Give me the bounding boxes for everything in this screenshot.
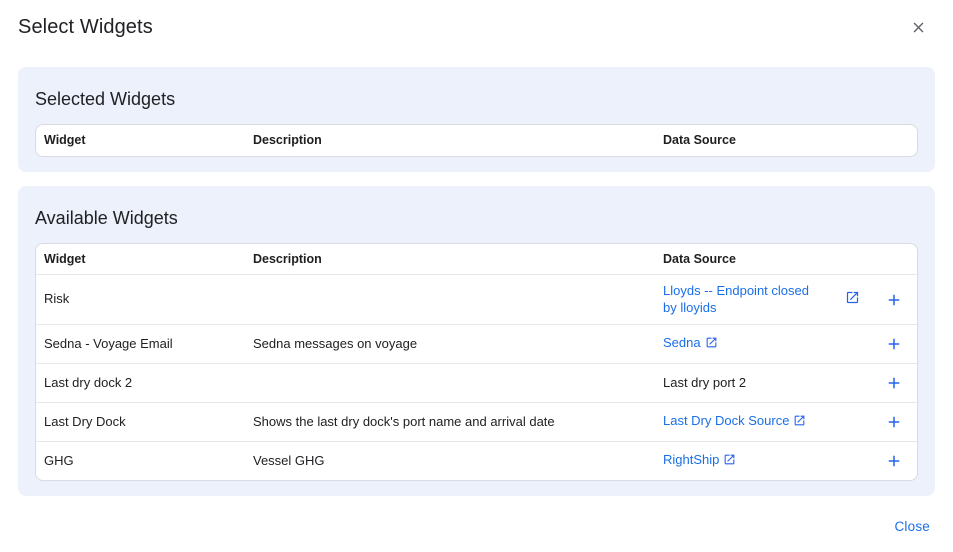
- add-widget-cell: [871, 411, 917, 433]
- column-header-description: Description: [245, 244, 655, 275]
- plus-icon: [885, 419, 903, 434]
- add-widget-button[interactable]: [883, 289, 905, 311]
- plus-icon: [885, 297, 903, 312]
- widget-name-cell: Sedna - Voyage Email: [36, 336, 245, 353]
- column-header-widget: Widget: [36, 125, 245, 156]
- add-widget-cell: [871, 333, 917, 355]
- column-header-data-source: Data Source: [655, 244, 833, 275]
- description-cell: Vessel GHG: [245, 453, 655, 470]
- external-link-icon: [705, 336, 718, 354]
- data-source-label: RightShip: [663, 452, 719, 467]
- widget-name-cell: Last dry dock 2: [36, 375, 245, 392]
- data-source-cell: Last dry port 2: [655, 375, 833, 392]
- available-widgets-section: Available Widgets Widget Description Dat…: [18, 186, 935, 497]
- data-source-link[interactable]: Sedna: [663, 335, 718, 350]
- close-dialog-button[interactable]: Close: [894, 519, 930, 534]
- add-widget-cell: [871, 450, 917, 472]
- plus-icon: [885, 341, 903, 356]
- widget-name-cell: Last Dry Dock: [36, 414, 245, 431]
- widget-name-cell: Risk: [36, 291, 245, 308]
- external-link-icon-separate[interactable]: [845, 290, 860, 310]
- selected-widgets-title: Selected Widgets: [35, 87, 918, 111]
- add-widget-button[interactable]: [883, 411, 905, 433]
- add-widget-button[interactable]: [883, 372, 905, 394]
- data-source-link[interactable]: Lloyds -- Endpoint closed by lloyids: [663, 283, 809, 315]
- close-button[interactable]: [908, 17, 929, 38]
- add-widget-cell: [871, 372, 917, 394]
- column-header-data-source: Data Source: [655, 125, 833, 156]
- add-widget-cell: [871, 289, 917, 311]
- dialog-header: Select Widgets: [0, 0, 953, 39]
- table-header-row: Widget Description Data Source: [36, 125, 917, 156]
- table-row: Last Dry Dock Shows the last dry dock's …: [36, 402, 917, 441]
- data-source-cell: Sedna: [655, 335, 833, 354]
- available-widgets-rows: Risk Lloyds -- Endpoint closed by lloyid…: [36, 274, 917, 480]
- data-source-link[interactable]: RightShip: [663, 452, 736, 467]
- description-cell: Shows the last dry dock's port name and …: [245, 414, 655, 431]
- data-source-label: Lloyds -- Endpoint closed by lloyids: [663, 283, 809, 315]
- available-widgets-title: Available Widgets: [35, 206, 918, 230]
- data-source-cell: Last Dry Dock Source: [655, 413, 833, 432]
- data-source-link[interactable]: Last Dry Dock Source: [663, 413, 806, 428]
- data-source-link: Last dry port 2: [663, 375, 746, 390]
- column-header-description: Description: [245, 125, 655, 156]
- data-source-label: Last Dry Dock Source: [663, 413, 789, 428]
- table-row: GHG Vessel GHG RightShip: [36, 441, 917, 480]
- column-header-widget: Widget: [36, 244, 245, 275]
- add-widget-button[interactable]: [883, 333, 905, 355]
- table-row: Sedna - Voyage Email Sedna messages on v…: [36, 324, 917, 363]
- plus-icon: [885, 380, 903, 395]
- widget-name-cell: GHG: [36, 453, 245, 470]
- data-source-cell: RightShip: [655, 452, 833, 471]
- data-source-label: Last dry port 2: [663, 375, 746, 390]
- description-cell: Sedna messages on voyage: [245, 336, 655, 353]
- dialog-footer: Close: [894, 518, 930, 536]
- selected-widgets-section: Selected Widgets Widget Description Data…: [18, 67, 935, 172]
- external-link-icon-separate-cell: [833, 290, 871, 310]
- available-widgets-table: Widget Description Data Source Risk Lloy…: [35, 243, 918, 482]
- table-row: Last dry dock 2 Last dry port 2: [36, 363, 917, 402]
- table-header-row: Widget Description Data Source: [36, 244, 917, 275]
- plus-icon: [885, 458, 903, 473]
- add-widget-button[interactable]: [883, 450, 905, 472]
- data-source-cell: Lloyds -- Endpoint closed by lloyids: [655, 283, 833, 316]
- table-row: Risk Lloyds -- Endpoint closed by lloyid…: [36, 274, 917, 324]
- external-link-icon: [793, 414, 806, 432]
- external-link-icon: [723, 453, 736, 471]
- close-icon: [910, 24, 927, 39]
- selected-widgets-table: Widget Description Data Source: [35, 124, 918, 157]
- dialog-title: Select Widgets: [18, 15, 153, 39]
- data-source-label: Sedna: [663, 335, 701, 350]
